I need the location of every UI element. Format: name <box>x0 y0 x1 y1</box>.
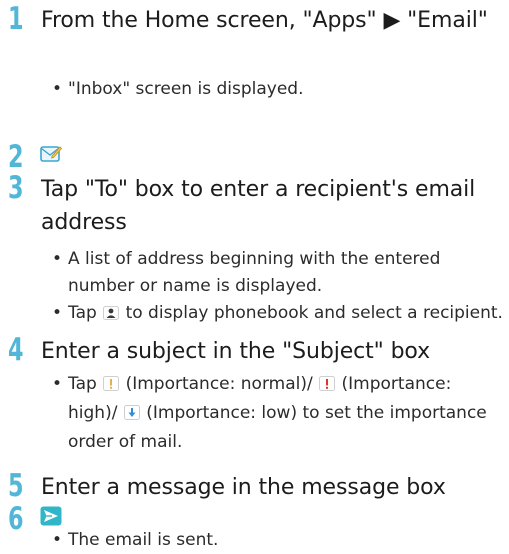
bullet-item: The email is sent. <box>52 527 503 554</box>
step-number: 2 <box>8 139 24 175</box>
compose-email-icon <box>40 144 63 168</box>
step-number: 1 <box>8 1 24 37</box>
step-number: 6 <box>8 501 24 537</box>
step-bullets: Tap (Importance: normal)/ (Importance: h… <box>52 371 503 456</box>
importance-normal-icon <box>103 373 120 400</box>
bullet-item: Tap (Importance: normal)/ (Importance: h… <box>52 371 503 456</box>
step-title: Enter a message in the message box <box>41 475 446 500</box>
step-bullets: "Inbox" screen is displayed. <box>52 76 503 103</box>
bullet-item: A list of address beginning with the ent… <box>52 246 503 300</box>
step-number: 4 <box>8 332 24 368</box>
step-bullets: A list of address beginning with the ent… <box>52 246 503 329</box>
person-icon <box>103 302 120 329</box>
bullet-item: Tap to display phonebook and select a re… <box>52 300 503 329</box>
importance-low-icon <box>123 402 140 429</box>
importance-high-icon <box>319 373 336 400</box>
step-title: Tap "To" box to enter a recipient's emai… <box>41 177 476 235</box>
step-number: 3 <box>8 170 24 206</box>
step-title: From the Home screen, "Apps" ▶ "Email" <box>41 8 488 33</box>
instruction-document: 1 From the Home screen, "Apps" ▶ "Email"… <box>0 0 509 554</box>
bullet-item: "Inbox" screen is displayed. <box>52 76 503 103</box>
step-bullets: The email is sent. <box>52 527 503 554</box>
step-title: Enter a subject in the "Subject" box <box>41 339 431 364</box>
step-number: 5 <box>8 468 24 504</box>
